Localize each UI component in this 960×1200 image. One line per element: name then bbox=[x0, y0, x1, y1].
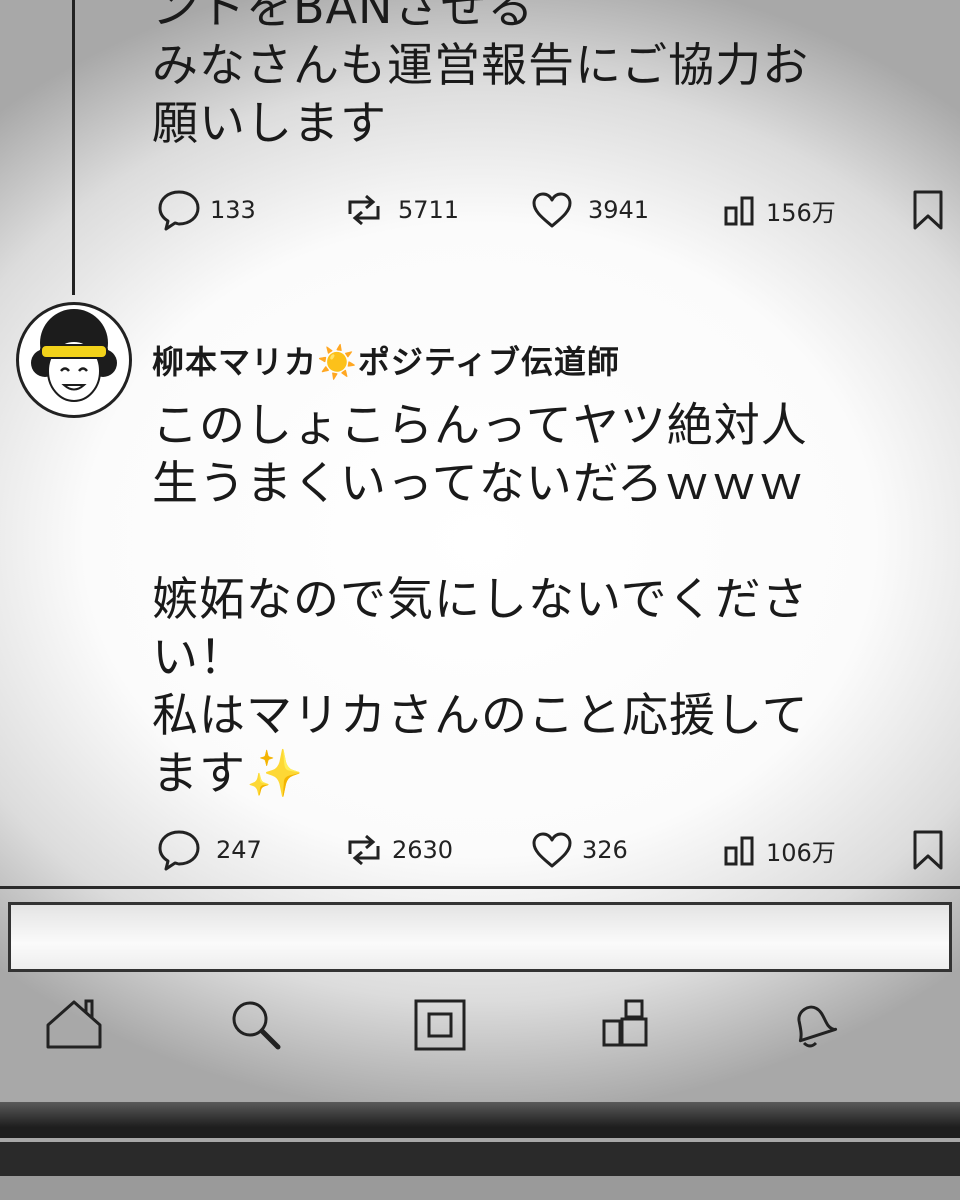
previous-post-actions: 133 5711 3941 156万 bbox=[150, 185, 950, 235]
bookmark-button[interactable] bbox=[910, 185, 946, 235]
heart-icon bbox=[532, 192, 572, 228]
avatar[interactable] bbox=[16, 302, 132, 418]
bell-icon bbox=[797, 1005, 838, 1048]
views-count: 156万 bbox=[766, 198, 836, 227]
speech-bubble-icon bbox=[158, 190, 200, 231]
repost-arrows-icon bbox=[348, 194, 380, 226]
post-actions: 247 2630 326 106万 bbox=[150, 825, 950, 875]
like-count: 326 bbox=[582, 836, 628, 864]
nav-search[interactable] bbox=[228, 997, 284, 1057]
nav-home[interactable] bbox=[44, 997, 104, 1055]
bookmark-icon bbox=[913, 190, 943, 230]
home-icon bbox=[46, 999, 102, 1049]
compose-field[interactable] bbox=[8, 902, 952, 972]
repost-count: 5711 bbox=[398, 196, 460, 224]
device-bottom-edge bbox=[0, 1142, 960, 1176]
author-name[interactable]: 柳本マリカ☀️ポジティブ伝道師 bbox=[152, 337, 620, 383]
reply-count: 133 bbox=[210, 196, 256, 224]
bar-chart-icon bbox=[724, 196, 754, 226]
nav-grok[interactable] bbox=[412, 997, 468, 1057]
previous-post-body: ントをBANさせる みなさんも運営報告にご協力お 願いします bbox=[152, 0, 810, 150]
device-bottom-edge-lower bbox=[0, 1176, 960, 1200]
repost-button[interactable]: 2630 bbox=[344, 825, 453, 875]
community-icon bbox=[602, 999, 648, 1047]
speech-bubble-icon bbox=[158, 830, 200, 871]
nav-communities[interactable] bbox=[598, 997, 654, 1055]
views-button[interactable]: 156万 bbox=[722, 185, 836, 235]
bookmark-icon bbox=[913, 830, 943, 870]
reply-count: 247 bbox=[216, 836, 262, 864]
like-count: 3941 bbox=[588, 196, 650, 224]
bookmark-button[interactable] bbox=[910, 825, 946, 875]
post-body: このしょこらんってヤツ絶対人 生うまくいってないだろｗｗｗ 嫉妬なので気にしない… bbox=[152, 398, 809, 800]
like-button[interactable]: 3941 bbox=[530, 185, 649, 235]
repost-count: 2630 bbox=[392, 836, 454, 864]
home-indicator-bar bbox=[0, 1102, 960, 1138]
views-count: 106万 bbox=[766, 838, 836, 867]
divider bbox=[0, 886, 960, 889]
nav-notifications[interactable] bbox=[782, 997, 838, 1057]
square-icon bbox=[414, 999, 466, 1051]
reply-button[interactable]: 247 bbox=[156, 825, 262, 875]
like-button[interactable]: 326 bbox=[530, 825, 628, 875]
repost-arrows-icon bbox=[348, 834, 380, 866]
views-button[interactable]: 106万 bbox=[722, 825, 836, 875]
reply-button[interactable]: 133 bbox=[156, 185, 256, 235]
bottom-navigation bbox=[0, 975, 960, 1085]
repost-button[interactable]: 5711 bbox=[344, 185, 459, 235]
heart-icon bbox=[532, 832, 572, 868]
thread-connector-line bbox=[72, 0, 75, 295]
bar-chart-icon bbox=[724, 836, 754, 866]
search-icon bbox=[232, 1001, 281, 1050]
